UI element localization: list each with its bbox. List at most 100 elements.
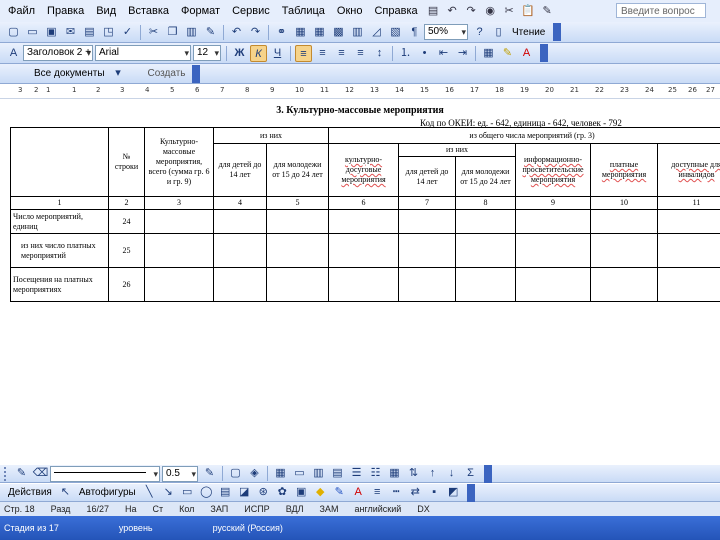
table-cell[interactable] [515, 209, 592, 234]
new-document-icon[interactable]: ▢ [5, 24, 22, 41]
text-box-icon[interactable]: ▤ [217, 484, 234, 501]
arrow-icon[interactable]: ↘ [160, 484, 177, 501]
copy-icon[interactable]: ❐ [164, 24, 181, 41]
help-icon[interactable]: ? [471, 24, 488, 41]
increase-indent-icon[interactable]: ⇥ [454, 45, 471, 62]
drawing-icon[interactable]: ◿ [368, 24, 385, 41]
bold-button[interactable]: Ж [231, 45, 248, 62]
italic-button[interactable]: К [250, 44, 267, 62]
actions-menu[interactable]: Действия [8, 487, 52, 498]
line-style-icon[interactable]: ≡ [369, 484, 386, 501]
menu-table[interactable]: Таблица [276, 1, 331, 21]
document-map-icon[interactable]: ▧ [387, 24, 404, 41]
autosum-icon[interactable]: Σ [462, 465, 479, 482]
toolbar-options-icon[interactable] [484, 464, 492, 483]
toolbar-options-icon[interactable] [466, 483, 475, 502]
distribute-rows-icon[interactable]: ☰ [348, 465, 365, 482]
create-button[interactable]: Создать [148, 68, 186, 79]
redo-icon[interactable]: ↷ [464, 4, 479, 19]
email-icon[interactable]: ✉ [62, 24, 79, 41]
table-cell[interactable] [515, 233, 592, 268]
table-cell[interactable] [144, 233, 214, 268]
horizontal-ruler[interactable]: 3 2 1 1 2 3 4 5 6 7 8 9 10 11 12 13 14 1… [0, 85, 720, 99]
line-style-select[interactable] [50, 465, 160, 482]
status-overtype[interactable]: ЗАМ [320, 504, 339, 514]
borders-icon[interactable]: ▦ [480, 45, 497, 62]
highlight-icon[interactable]: ✎ [499, 45, 516, 62]
show-formatting-icon[interactable]: ¶ [406, 24, 423, 41]
insert-table-icon[interactable]: ▦ [311, 24, 328, 41]
line-weight-select[interactable]: 0.5 [162, 465, 198, 482]
taskbar-item[interactable]: Стадия из 17 [4, 523, 59, 533]
font-color-icon[interactable]: A [518, 45, 535, 62]
insert-excel-icon[interactable]: ▩ [330, 24, 347, 41]
menu-edit[interactable]: Правка [41, 1, 90, 21]
table-cell[interactable] [265, 267, 330, 302]
numbering-icon[interactable]: ⒈ [397, 45, 414, 62]
undo-icon[interactable]: ↶ [445, 4, 460, 19]
zoom-select[interactable]: 50% [424, 24, 468, 40]
table-cell[interactable] [455, 209, 517, 234]
status-extend[interactable]: ВДЛ [286, 504, 304, 514]
table-cell[interactable] [590, 233, 659, 268]
tables-borders-icon[interactable]: ▦ [292, 24, 309, 41]
underline-button[interactable]: Ч [269, 45, 286, 62]
chevron-down-icon[interactable]: ▾ [110, 65, 127, 82]
menu-help[interactable]: Справка [368, 1, 423, 21]
help-search-input[interactable]: Введите вопрос [616, 3, 706, 18]
autoshapes-menu[interactable]: Автофигуры [79, 487, 136, 498]
picture-icon[interactable]: ▣ [293, 484, 310, 501]
align-right-icon[interactable]: ≡ [333, 45, 350, 62]
taskbar-language[interactable]: русский (Россия) [213, 523, 283, 533]
menu-window[interactable]: Окно [331, 1, 369, 21]
print-icon[interactable]: ▤ [81, 24, 98, 41]
table-cell[interactable] [657, 233, 720, 268]
table-cell[interactable] [144, 267, 214, 302]
taskbar-item[interactable]: уровень [119, 523, 153, 533]
style-select[interactable]: Заголовок 2 + Л [23, 45, 93, 61]
align-left-icon[interactable]: ≡ [295, 44, 312, 62]
undo-icon[interactable]: ↶ [228, 24, 245, 41]
format-painter-icon[interactable]: ✎ [540, 4, 555, 19]
bullets-icon[interactable]: • [416, 45, 433, 62]
text-direction-icon[interactable]: ⇅ [405, 465, 422, 482]
menu-view[interactable]: Вид [90, 1, 122, 21]
save-icon[interactable]: ▣ [43, 24, 60, 41]
menu-insert[interactable]: Вставка [122, 1, 175, 21]
print-icon[interactable]: ▤ [426, 4, 441, 19]
table-cell[interactable] [657, 209, 720, 234]
hyperlink-icon[interactable]: ⚭ [273, 24, 290, 41]
table-cell[interactable] [590, 209, 659, 234]
shadow-icon[interactable]: ▪ [426, 484, 443, 501]
eraser-icon[interactable]: ⌫ [32, 465, 49, 482]
styles-icon[interactable]: A [5, 45, 22, 62]
table-cell[interactable] [328, 233, 400, 268]
toolbar-options-icon[interactable] [540, 44, 548, 62]
distribute-columns-icon[interactable]: ☷ [367, 465, 384, 482]
clip-art-icon[interactable]: ✿ [274, 484, 291, 501]
table-cell[interactable] [265, 209, 330, 234]
read-button[interactable]: Чтение [512, 27, 545, 38]
justify-icon[interactable]: ≡ [352, 45, 369, 62]
status-track-changes[interactable]: ИСПР [244, 504, 269, 514]
menu-tools[interactable]: Сервис [226, 1, 276, 21]
table-cell[interactable] [455, 267, 517, 302]
3d-icon[interactable]: ◩ [445, 484, 462, 501]
insert-table-icon[interactable]: ▦ [272, 465, 289, 482]
table-cell[interactable] [213, 233, 267, 268]
toolbar-options-icon[interactable] [553, 23, 562, 41]
line-color-icon[interactable]: ✎ [331, 484, 348, 501]
border-color-icon[interactable]: ✎ [201, 465, 218, 482]
documents-dropdown[interactable]: Все документы [34, 68, 105, 79]
spelling-icon[interactable]: ✓ [119, 24, 136, 41]
toolbar-options-icon[interactable] [191, 64, 200, 83]
status-spelling[interactable]: DX [417, 504, 430, 514]
dash-style-icon[interactable]: ┅ [388, 484, 405, 501]
font-color-icon[interactable]: A [350, 484, 367, 501]
outside-border-icon[interactable]: ▢ [227, 465, 244, 482]
sort-ascending-icon[interactable]: ↑ [424, 465, 441, 482]
table-cell[interactable] [265, 233, 330, 268]
table-cell[interactable] [398, 233, 457, 268]
redo-icon[interactable]: ↷ [247, 24, 264, 41]
select-objects-icon[interactable]: ↖ [57, 484, 74, 501]
